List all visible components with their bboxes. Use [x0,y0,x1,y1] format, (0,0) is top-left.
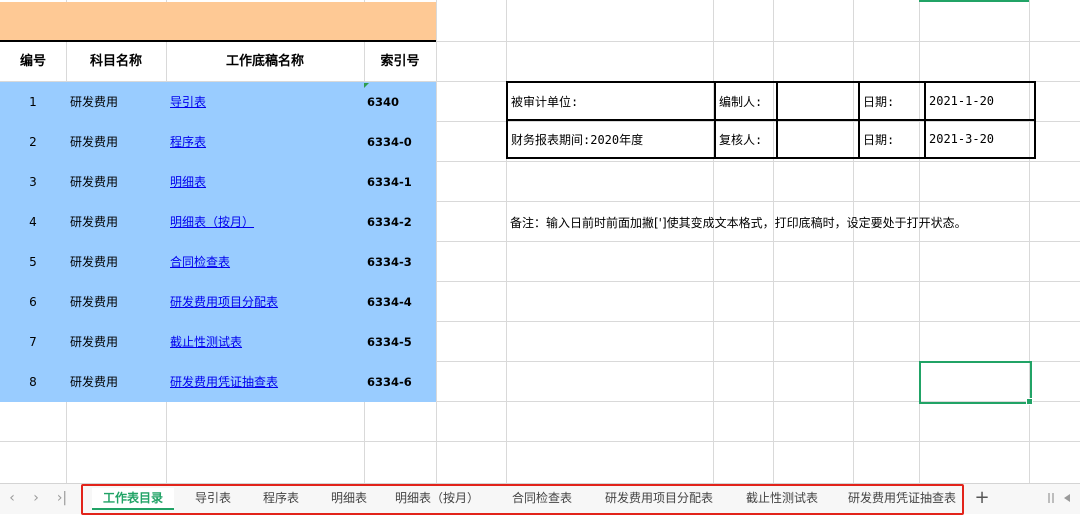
date-value[interactable]: 2021-1-20 [924,81,1036,121]
tab-project-allocation[interactable]: 研发费用项目分配表 [598,488,720,508]
row-subject: 研发费用 [70,175,119,189]
row-subject: 研发费用 [70,95,119,109]
row-subject: 研发费用 [70,215,119,229]
audit-info-table: 被审计单位: 编制人: 日期: 2021-1-20 财务报表期间:2020年度 … [506,81,1036,159]
row-number: 8 [29,375,37,389]
row-index: 6334-3 [367,255,412,269]
tab-procedure[interactable]: 程序表 [254,488,308,508]
add-sheet-icon[interactable]: + [972,487,992,509]
tab-detail-monthly[interactable]: 明细表（按月） [392,488,482,508]
sheet-link[interactable]: 导引表 [170,95,206,109]
row-index: 6334-5 [367,335,412,349]
remark-note[interactable]: 备注：输入日前时前面加撇[']使其变成文本格式，打印底稿时，设定要处于打开状态。 [510,203,967,243]
tab-contract-check[interactable]: 合同检查表 [504,488,580,508]
last-sheet-icon[interactable]: ›| [54,488,70,508]
preparer-label[interactable]: 编制人: [714,81,778,121]
row-number: 7 [29,335,37,349]
first-sheet-icon[interactable]: ‹ [4,488,20,508]
row-number: 3 [29,175,37,189]
row-subject: 研发费用 [70,335,119,349]
row-subject: 研发费用 [70,135,119,149]
row-number: 5 [29,255,37,269]
preparer-value[interactable] [776,81,860,121]
sheet-link[interactable]: 研发费用项目分配表 [170,295,278,309]
col-header-subject: 科目名称 [89,54,142,69]
sheet-link[interactable]: 程序表 [170,135,206,149]
col-header-index: 索引号 [380,54,420,69]
reviewer-label[interactable]: 复核人: [714,119,778,159]
tab-detail[interactable]: 明细表 [322,488,376,508]
title-band [0,2,436,41]
row-number: 6 [29,295,37,309]
auditee-label[interactable]: 被审计单位: [506,81,716,121]
scrollbar-handle-icon[interactable] [1040,490,1076,506]
date-label[interactable]: 日期: [858,81,926,121]
row-subject: 研发费用 [70,375,119,389]
prev-sheet-icon[interactable]: › [28,488,44,508]
selected-cell[interactable] [919,361,1032,404]
tab-voucher-sampling[interactable]: 研发费用凭证抽查表 [844,488,960,508]
col-header-name: 工作底稿名称 [225,54,304,69]
period-label[interactable]: 财务报表期间:2020年度 [506,119,716,159]
reviewer-value[interactable] [776,119,860,159]
row-number: 1 [29,95,37,109]
row-index: 6334-0 [367,135,412,149]
fill-handle[interactable] [1026,398,1033,405]
row-index: 6334-2 [367,215,412,229]
selection-edge [919,0,1029,2]
row-number: 4 [29,215,37,229]
sheet-link[interactable]: 合同检查表 [170,255,230,269]
tab-directory[interactable]: 工作表目录 [92,488,174,510]
row-index: 6334-4 [367,295,412,309]
row-index: 6334-6 [367,375,412,389]
row-index: 6340 [367,95,400,109]
tab-guide[interactable]: 导引表 [186,488,240,508]
tab-cutoff-test[interactable]: 截止性测试表 [738,488,826,508]
sheet-link[interactable]: 明细表（按月） [170,215,254,229]
sheet-tab-bar: ‹ › ›| 工作表目录 导引表 程序表 明细表 明细表（按月） 合同检查表 研… [0,483,1080,515]
date-label[interactable]: 日期: [858,119,926,159]
row-subject: 研发费用 [70,295,119,309]
row-subject: 研发费用 [70,255,119,269]
sheet-link[interactable]: 截止性测试表 [170,335,242,349]
row-index: 6334-1 [367,175,412,189]
sheet-link[interactable]: 明细表 [170,175,206,189]
row-number: 2 [29,135,37,149]
sheet-link[interactable]: 研发费用凭证抽查表 [170,375,278,389]
date-value[interactable]: 2021-3-20 [924,119,1036,159]
col-header-num: 编号 [19,54,46,69]
